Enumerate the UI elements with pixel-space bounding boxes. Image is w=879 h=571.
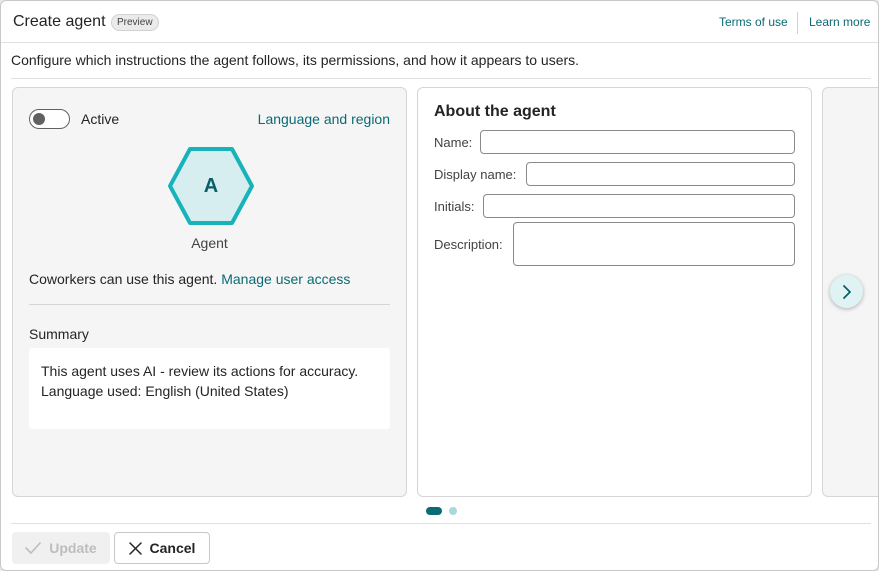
update-button[interactable]: Update xyxy=(12,532,110,564)
card-divider xyxy=(29,304,390,305)
active-toggle-label: Active xyxy=(81,111,120,127)
language-and-region-link[interactable]: Language and region xyxy=(258,111,390,127)
about-heading: About the agent xyxy=(434,103,556,120)
footer-divider xyxy=(11,523,871,524)
access-text: Coworkers can use this agent. Manage use… xyxy=(29,271,350,287)
description-label: Description: xyxy=(434,237,503,252)
summary-line: Language used: English (United States) xyxy=(41,383,289,399)
cancel-button[interactable]: Cancel xyxy=(114,532,210,564)
dialog-header: Create agent Preview Terms of use Learn … xyxy=(1,1,878,43)
toggle-knob xyxy=(33,113,45,125)
dialog-subtitle: Configure which instructions the agent f… xyxy=(11,52,580,68)
summary-box: This agent uses AI - review its actions … xyxy=(29,348,390,429)
manage-user-access-link[interactable]: Manage user access xyxy=(221,271,350,287)
avatar-initial: A xyxy=(203,174,219,197)
summary-label: Summary xyxy=(29,326,89,342)
learn-more-link[interactable]: Learn more xyxy=(809,15,870,29)
active-toggle[interactable] xyxy=(29,109,70,129)
terms-of-use-link[interactable]: Terms of use xyxy=(719,15,788,29)
display-name-label: Display name: xyxy=(434,167,517,182)
close-icon xyxy=(128,541,142,555)
create-agent-dialog: Create agent Preview Terms of use Learn … xyxy=(0,0,879,571)
preview-badge: Preview xyxy=(111,14,159,31)
agent-name-label: Agent xyxy=(191,235,228,251)
header-divider xyxy=(797,12,798,34)
next-page-button[interactable] xyxy=(830,275,863,308)
update-button-label: Update xyxy=(49,540,97,556)
name-label: Name: xyxy=(434,135,473,150)
pager-dot-active[interactable] xyxy=(426,507,442,515)
subtitle-divider xyxy=(11,78,871,79)
cancel-button-label: Cancel xyxy=(149,540,196,556)
agent-overview-card: Active Language and region A Agent Cowor… xyxy=(12,87,407,497)
agent-avatar[interactable]: A xyxy=(166,146,256,226)
chevron-right-icon xyxy=(842,284,851,299)
initials-label: Initials: xyxy=(434,199,475,214)
dialog-title: Create agent xyxy=(13,13,106,30)
summary-line: This agent uses AI - review its actions … xyxy=(41,363,359,379)
display-name-input[interactable] xyxy=(526,162,795,186)
access-description: Coworkers can use this agent. xyxy=(29,271,218,287)
checkmark-icon xyxy=(25,542,42,554)
pager-dot[interactable] xyxy=(449,507,457,515)
initials-input[interactable] xyxy=(483,194,795,218)
description-input[interactable] xyxy=(513,222,795,266)
about-agent-card: About the agent Name: Display name: Init… xyxy=(417,87,812,497)
name-input[interactable] xyxy=(480,130,795,154)
